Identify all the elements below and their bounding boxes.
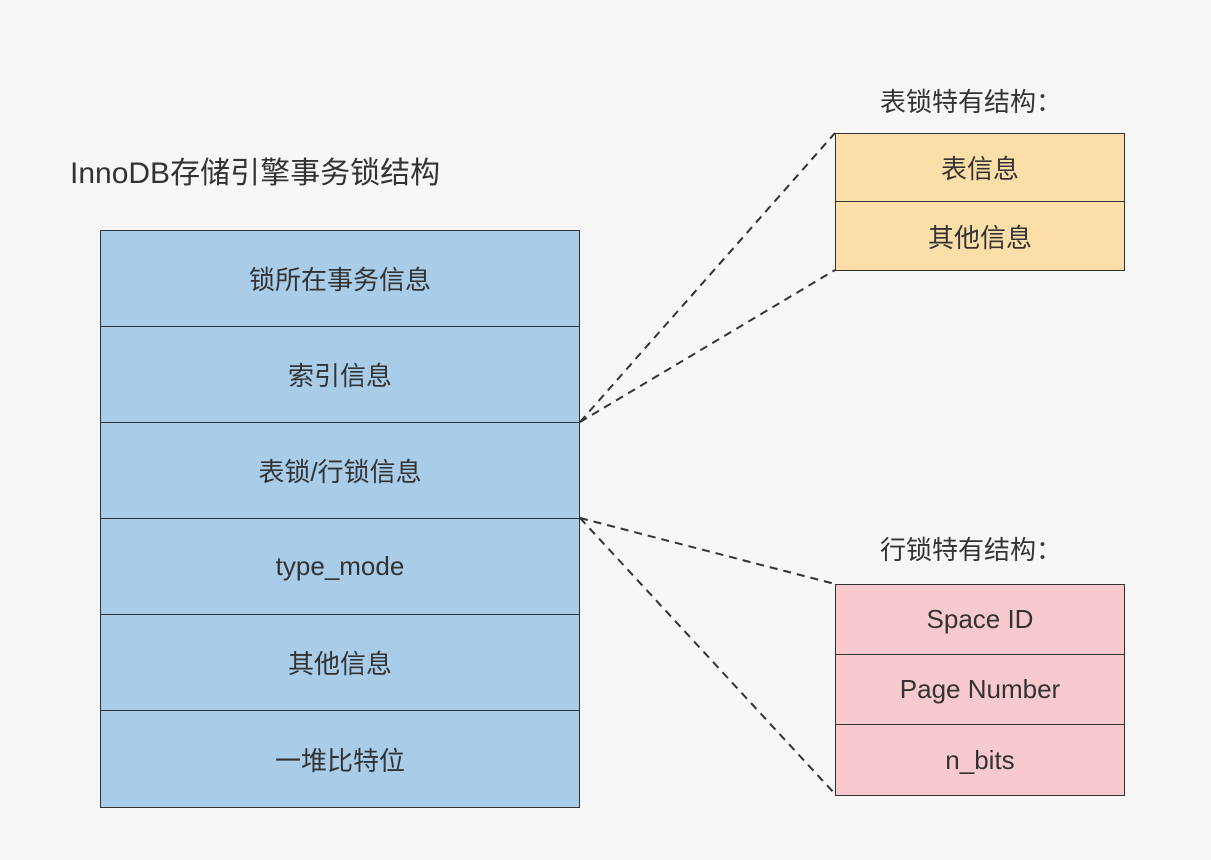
table-row: 表信息 — [836, 134, 1124, 202]
row-lock-structure: Space ID Page Number n_bits — [835, 584, 1125, 796]
main-lock-structure: 锁所在事务信息 索引信息 表锁/行锁信息 type_mode 其他信息 一堆比特… — [100, 230, 580, 808]
main-row: 索引信息 — [101, 327, 579, 423]
table-lock-structure: 表信息 其他信息 — [835, 133, 1125, 271]
table-row: 其他信息 — [836, 202, 1124, 270]
rowlock-row: Space ID — [836, 585, 1124, 655]
diagram-stage: InnoDB存储引擎事务锁结构 表锁特有结构： 行锁特有结构： 锁所在事务信息 … — [0, 0, 1211, 860]
main-row: 一堆比特位 — [101, 711, 579, 807]
main-row: type_mode — [101, 519, 579, 615]
rowlock-row: Page Number — [836, 655, 1124, 725]
row-lock-title: 行锁特有结构： — [880, 530, 1062, 567]
main-row: 其他信息 — [101, 615, 579, 711]
table-lock-title: 表锁特有结构： — [880, 82, 1062, 119]
main-row: 表锁/行锁信息 — [101, 423, 579, 519]
main-title: InnoDB存储引擎事务锁结构 — [70, 148, 440, 192]
rowlock-row: n_bits — [836, 725, 1124, 795]
main-row: 锁所在事务信息 — [101, 231, 579, 327]
